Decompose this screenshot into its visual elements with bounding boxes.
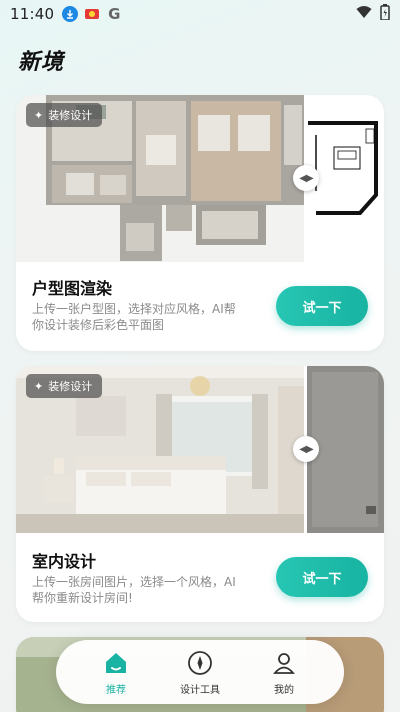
interior-preview-image: ◀▶ ✦ 装修设计 bbox=[16, 366, 384, 533]
tab-label: 我的 bbox=[274, 684, 294, 696]
compare-slider-handle[interactable]: ◀▶ bbox=[293, 165, 319, 191]
status-left-icons: G bbox=[62, 5, 122, 23]
tab-design-tools[interactable]: 设计工具 bbox=[165, 649, 235, 696]
compass-icon bbox=[186, 649, 214, 677]
tab-recommend[interactable]: 推荐 bbox=[81, 649, 151, 696]
sparkle-icon: ✦ bbox=[34, 108, 44, 122]
category-tag: ✦ 装修设计 bbox=[26, 103, 103, 127]
user-icon bbox=[270, 649, 298, 677]
category-tag-label: 装修设计 bbox=[48, 380, 93, 393]
category-tag: ✦ 装修设计 bbox=[26, 374, 103, 398]
category-tag-label: 装修设计 bbox=[48, 109, 93, 122]
flag-icon bbox=[84, 6, 100, 22]
google-icon: G bbox=[108, 5, 121, 23]
card-title: 户型图渲染 bbox=[32, 279, 113, 298]
status-bar: 11:40 G bbox=[0, 0, 400, 28]
battery-icon bbox=[380, 4, 390, 24]
chevron-left-right-icon: ◀▶ bbox=[299, 172, 313, 184]
tab-label: 设计工具 bbox=[180, 684, 220, 696]
feature-card-interior[interactable]: ◀▶ ✦ 装修设计 室内设计 上传一张房间图片，选择一个风格，AI帮你重新设计房… bbox=[16, 366, 384, 622]
app-title: 新境 bbox=[18, 49, 65, 75]
try-button[interactable]: 试一下 bbox=[276, 286, 368, 326]
chevron-left-right-icon: ◀▶ bbox=[299, 443, 313, 455]
feature-card-floorplan[interactable]: ◀▶ ✦ 装修设计 户型图渲染 上传一张户型图，选择对应风格，AI帮你设计装修后… bbox=[16, 95, 384, 351]
status-time: 11:40 bbox=[10, 5, 55, 23]
card-description: 上传一张房间图片，选择一个风格，AI帮你重新设计房间! bbox=[32, 575, 236, 605]
card-description: 上传一张户型图，选择对应风格，AI帮你设计装修后彩色平面图 bbox=[32, 302, 236, 332]
try-button[interactable]: 试一下 bbox=[276, 557, 368, 597]
status-right-icons bbox=[356, 4, 390, 24]
wifi-icon bbox=[356, 5, 372, 23]
tab-label: 推荐 bbox=[106, 684, 126, 696]
tab-mine[interactable]: 我的 bbox=[249, 649, 319, 696]
sparkle-icon: ✦ bbox=[34, 379, 44, 393]
compare-slider-handle[interactable]: ◀▶ bbox=[293, 436, 319, 462]
bottom-tab-bar: 推荐 设计工具 我的 bbox=[56, 640, 344, 704]
home-icon bbox=[102, 649, 130, 677]
floorplan-preview-image: ◀▶ ✦ 装修设计 bbox=[16, 95, 384, 262]
card-title: 室内设计 bbox=[32, 552, 97, 571]
download-icon bbox=[62, 6, 79, 22]
